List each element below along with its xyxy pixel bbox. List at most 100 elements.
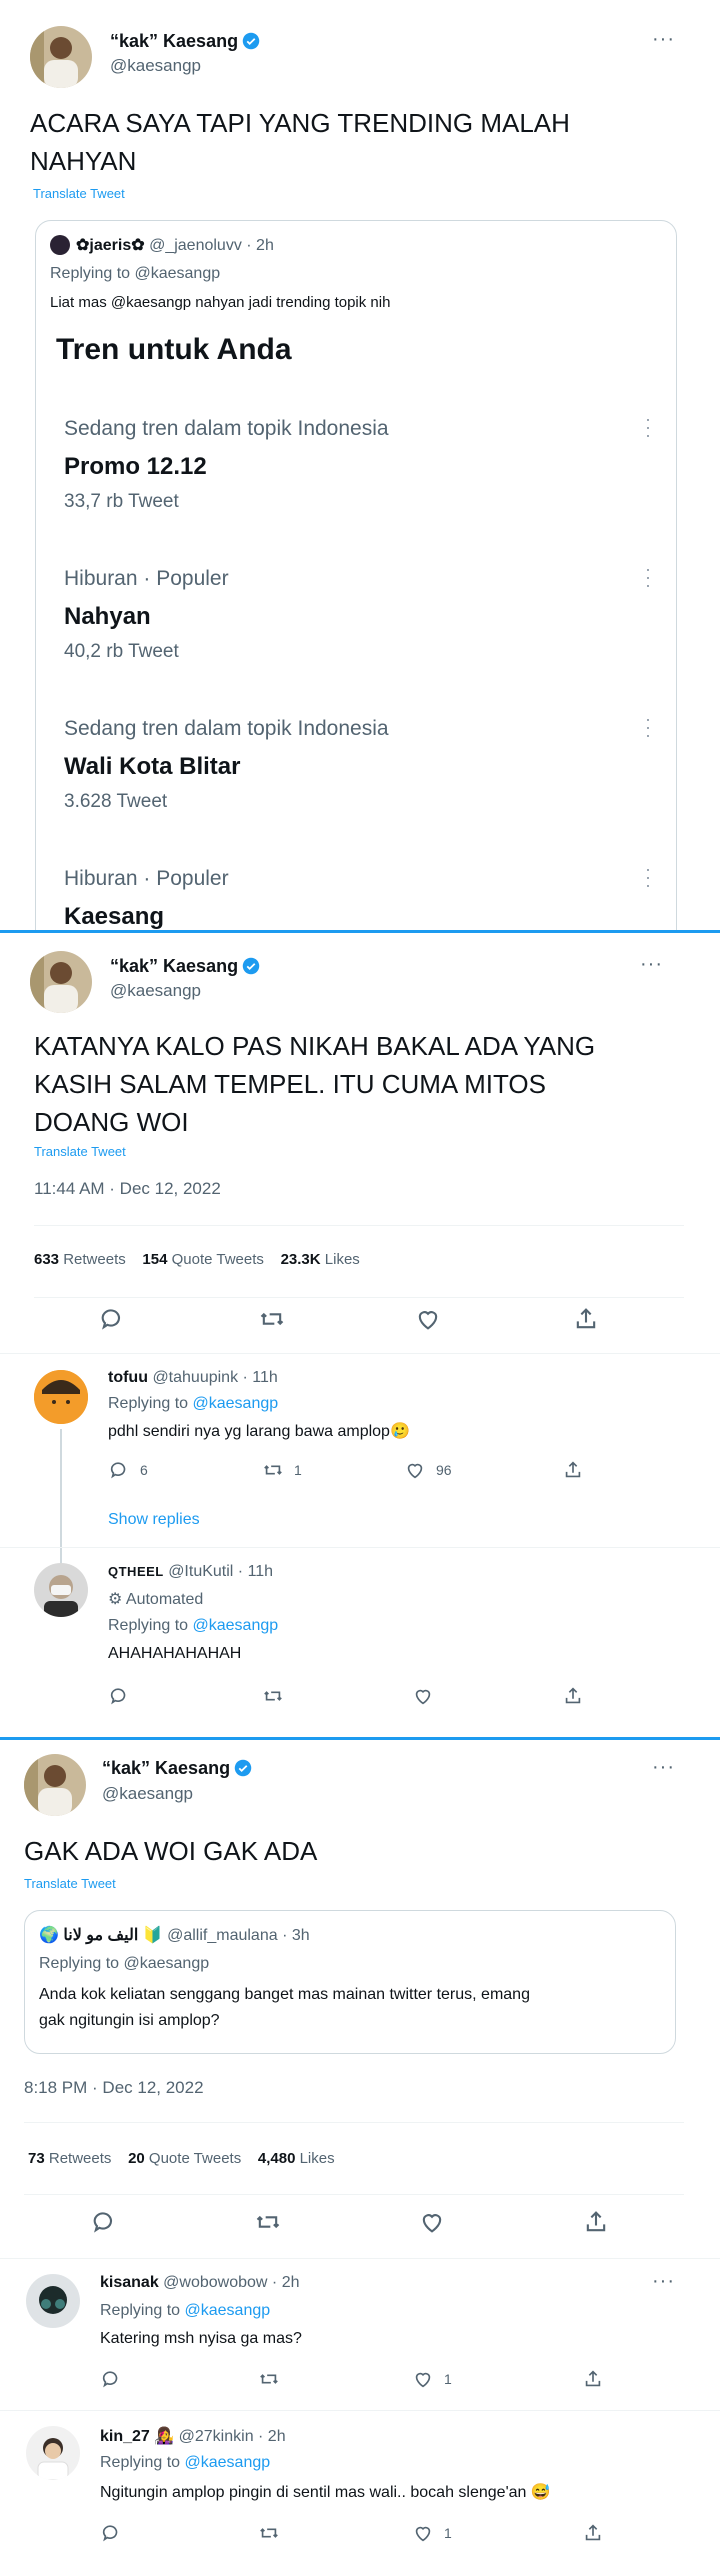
trend-title: Kaesang	[64, 903, 165, 930]
like-action[interactable]: 1	[412, 2368, 452, 2390]
trend-title: Wali Kota Blitar	[64, 753, 241, 780]
more-icon[interactable]: ···	[640, 953, 663, 976]
divider	[0, 2258, 720, 2259]
author-handle[interactable]: @kaesangp	[110, 56, 201, 76]
tweet-text-line: KATANYA KALO PAS NIKAH BAKAL ADA YANG	[34, 1031, 596, 1061]
author-name[interactable]: “kak” Kaesang	[110, 31, 260, 52]
reply-icon	[102, 2525, 118, 2542]
like-icon[interactable]	[418, 2208, 446, 2236]
like-icon	[415, 2526, 431, 2542]
retweet-action[interactable]	[258, 2522, 290, 2544]
quote-author: ✿jaeris✿ @_jaenoluvv · 2h	[76, 237, 274, 254]
reply-author[interactable]: kin_27 👩‍🎤 @27kinkin · 2h	[100, 2426, 286, 2446]
tweet-timestamp[interactable]: 8:18 PM · Dec 12, 2022	[24, 2078, 204, 2098]
share-icon	[585, 2524, 601, 2541]
reply-icon[interactable]	[98, 1305, 126, 1333]
quote-text-line: gak ngitungin isi amplop?	[39, 2012, 220, 2029]
quote-author: 🌍 اليف مو لانا 🔰 @allif_maulana · 3h	[39, 1927, 310, 1944]
trend-more-icon[interactable]: ···	[638, 717, 659, 741]
tweet-panel-2: “kak” Kaesang @kaesangp ··· KATANYA KALO…	[0, 933, 720, 1737]
author-handle[interactable]: @kaesangp	[110, 981, 201, 1001]
verified-badge-icon	[242, 957, 260, 975]
reply-author[interactable]: kisanak @wobowobow · 2h	[100, 2274, 299, 2292]
trends-heading: Tren untuk Anda	[56, 333, 292, 366]
trend-category: Hiburan · Populer	[64, 567, 229, 590]
retweet-icon	[264, 1465, 282, 1475]
like-icon[interactable]	[414, 1305, 442, 1333]
tweet-text-line: KASIH SALAM TEMPEL. ITU CUMA MITOS	[34, 1069, 546, 1099]
trend-title: Nahyan	[64, 603, 151, 630]
author-avatar[interactable]	[24, 1754, 86, 1816]
reply-avatar[interactable]	[34, 1370, 88, 1424]
divider	[24, 2194, 684, 2195]
reply-avatar[interactable]	[34, 1563, 88, 1617]
trend-more-icon[interactable]: ···	[638, 867, 659, 891]
trend-count: 40,2 rb Tweet	[64, 641, 179, 662]
reply-action[interactable]: 6	[108, 1459, 148, 1481]
reply-replying-to: Replying to @kaesangp	[108, 1617, 279, 1634]
share-action[interactable]	[582, 2368, 614, 2390]
more-icon[interactable]: ···	[652, 2270, 675, 2293]
reply-avatar[interactable]	[26, 2274, 80, 2328]
retweet-action[interactable]	[262, 1685, 294, 1707]
retweet-action[interactable]	[258, 2368, 290, 2390]
trend-count: 33,7 rb Tweet	[64, 491, 179, 512]
like-icon	[415, 1689, 431, 1705]
thread-line	[60, 1429, 62, 1579]
quote-replying-to: Replying to @kaesangp	[50, 265, 221, 282]
automated-label: ⚙ Automated	[108, 1591, 204, 1608]
more-icon[interactable]: ···	[652, 28, 675, 51]
author-handle[interactable]: @kaesangp	[102, 1784, 193, 1804]
retweet-icon[interactable]	[254, 2208, 282, 2236]
translate-tweet-link[interactable]: Translate Tweet	[24, 1876, 116, 1891]
trend-more-icon[interactable]: ···	[638, 417, 659, 441]
share-icon[interactable]	[582, 2208, 610, 2236]
share-icon	[565, 1687, 581, 1704]
share-icon[interactable]	[572, 1305, 600, 1333]
reply-author[interactable]: QTHEEL @ItuKutil · 11h	[108, 1563, 273, 1581]
retweet-action[interactable]: 1	[262, 1459, 302, 1481]
quoted-tweet[interactable]: ✿jaeris✿ @_jaenoluvv · 2h Replying to @k…	[35, 220, 677, 930]
engagement-stats: 73 Retweets 20 Quote Tweets 4,480 Likes	[28, 2150, 335, 2167]
like-action[interactable]: 96	[404, 1459, 452, 1481]
reply-text: pdhl sendiri nya yg larang bawa amplop🥲	[108, 1423, 410, 1440]
author-avatar[interactable]	[30, 26, 92, 88]
reply-text: Katering msh nyisa ga mas?	[100, 2330, 302, 2347]
share-action[interactable]	[562, 1459, 594, 1481]
verified-badge-icon	[234, 1759, 252, 1777]
translate-tweet-link[interactable]: Translate Tweet	[34, 1144, 126, 1159]
author-name[interactable]: “kak” Kaesang	[102, 1758, 252, 1779]
translate-tweet-link[interactable]: Translate Tweet	[33, 186, 125, 201]
reply-action[interactable]	[108, 1685, 140, 1707]
reply-replying-to: Replying to @kaesangp	[100, 2302, 271, 2319]
reply-author[interactable]: tofuu @tahuupink · 11h	[108, 1369, 278, 1387]
tweet-text-line: DOANG WOI	[34, 1107, 189, 1137]
like-action[interactable]: 1	[412, 2522, 452, 2544]
engagement-stats: 633 Retweets 154 Quote Tweets 23.3K Like…	[34, 1251, 360, 1268]
reply-action[interactable]	[100, 2368, 132, 2390]
reply-icon	[110, 1688, 126, 1705]
share-icon	[565, 1461, 581, 1478]
reply-icon[interactable]	[90, 2208, 118, 2236]
author-name[interactable]: “kak” Kaesang	[110, 956, 260, 977]
divider	[0, 1353, 720, 1354]
divider	[34, 1225, 684, 1226]
trend-category: Sedang tren dalam topik Indonesia	[64, 417, 389, 440]
tweet-text-line: ACARA SAYA TAPI YANG TRENDING MALAH	[30, 108, 570, 138]
show-replies-link[interactable]: Show replies	[108, 1511, 200, 1529]
author-avatar[interactable]	[30, 951, 92, 1013]
trend-more-icon[interactable]: ···	[638, 567, 659, 591]
like-icon	[407, 1463, 423, 1479]
retweet-icon	[260, 2528, 278, 2538]
reply-avatar[interactable]	[26, 2426, 80, 2480]
more-icon[interactable]: ···	[652, 1756, 675, 1779]
share-action[interactable]	[582, 2522, 614, 2544]
tweet-timestamp[interactable]: 11:44 AM · Dec 12, 2022	[34, 1179, 221, 1199]
like-action[interactable]	[412, 1685, 444, 1707]
reply-action[interactable]	[100, 2522, 132, 2544]
retweet-icon[interactable]	[258, 1305, 286, 1333]
share-action[interactable]	[562, 1685, 594, 1707]
divider	[0, 1547, 720, 1548]
quoted-tweet[interactable]: 🌍 اليف مو لانا 🔰 @allif_maulana · 3h Rep…	[24, 1910, 676, 2054]
quote-avatar	[50, 235, 70, 255]
